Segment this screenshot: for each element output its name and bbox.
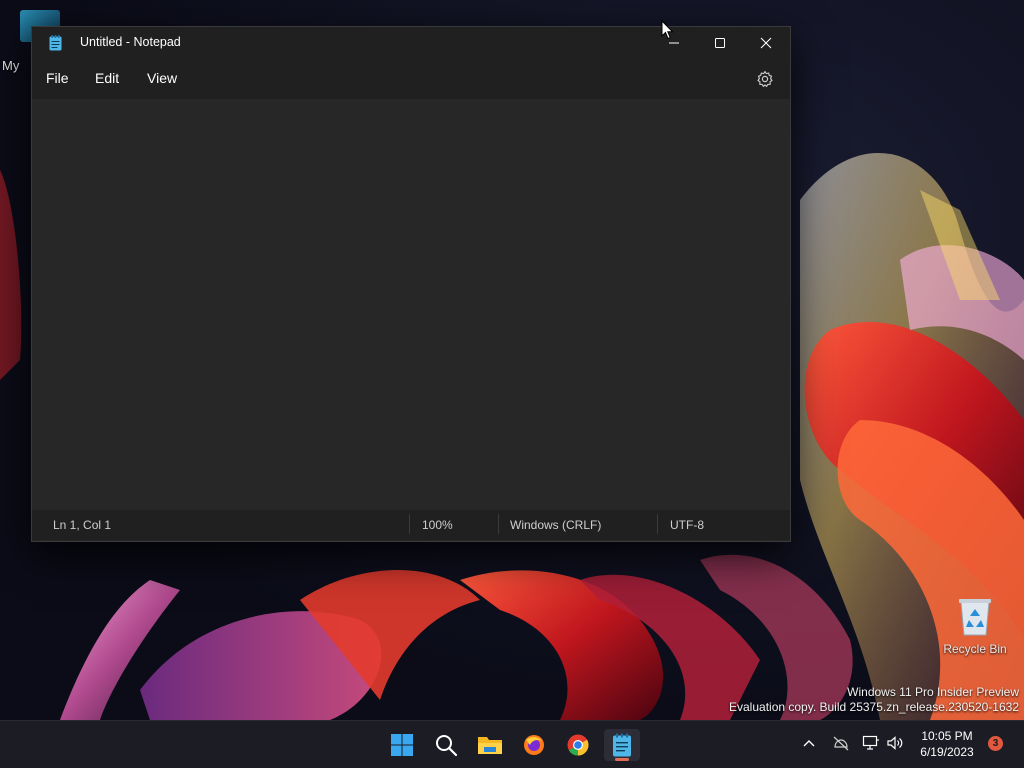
display-status[interactable] — [862, 733, 880, 753]
notification-badge[interactable]: 3 — [988, 736, 1003, 751]
notepad-window: Untitled - Notepad File Edit View Ln 1, … — [31, 26, 791, 542]
maximize-button[interactable] — [697, 27, 743, 59]
chevron-up-icon — [803, 740, 815, 747]
menu-file[interactable]: File — [46, 70, 69, 86]
network-off-icon — [833, 736, 849, 751]
desktop-shortcut-recycle-bin[interactable]: Recycle Bin — [935, 596, 1015, 656]
menu-bar: File Edit View — [32, 59, 790, 99]
recycle-bin-label: Recycle Bin — [943, 642, 1007, 656]
status-divider — [498, 514, 499, 534]
volume-icon — [887, 736, 903, 750]
system-clock[interactable]: 10:05 PM 6/19/2023 — [912, 728, 982, 760]
title-bar[interactable]: Untitled - Notepad — [32, 27, 790, 59]
maximize-icon — [715, 38, 725, 48]
gear-icon — [757, 70, 773, 88]
taskbar-search[interactable] — [430, 729, 462, 761]
line-ending: Windows (CRLF) — [510, 518, 602, 532]
volume-control[interactable] — [886, 733, 904, 753]
mouse-pointer-icon — [661, 19, 675, 40]
notepad-icon — [613, 733, 631, 757]
status-bar: Ln 1, Col 1 100% Windows (CRLF) UTF-8 — [32, 510, 790, 540]
status-divider — [409, 514, 410, 534]
taskbar-notepad[interactable] — [604, 729, 640, 761]
windows-start-icon — [391, 734, 413, 756]
chrome-icon — [567, 734, 589, 756]
encoding: UTF-8 — [670, 518, 704, 532]
close-button[interactable] — [743, 27, 789, 59]
clock-date: 6/19/2023 — [920, 745, 974, 759]
text-editor-area[interactable] — [32, 99, 790, 509]
active-app-indicator — [615, 758, 629, 761]
show-hidden-icons-button[interactable] — [800, 733, 818, 753]
taskbar-chrome[interactable] — [562, 729, 594, 761]
watermark-build: Evaluation copy. Build 25375.zn_release.… — [729, 700, 1019, 714]
display-icon — [862, 735, 879, 750]
clock-time: 10:05 PM — [921, 729, 973, 743]
settings-button[interactable] — [755, 69, 775, 89]
menu-view[interactable]: View — [147, 70, 177, 86]
taskbar-start[interactable] — [386, 729, 418, 761]
search-icon — [436, 735, 458, 757]
cursor-position: Ln 1, Col 1 — [53, 518, 112, 532]
notepad-icon — [49, 35, 62, 51]
recycle-bin-icon — [958, 596, 992, 636]
taskbar-file-explorer[interactable] — [474, 729, 506, 761]
window-title: Untitled - Notepad — [80, 35, 181, 49]
menu-edit[interactable]: Edit — [95, 70, 119, 86]
network-status[interactable] — [832, 733, 850, 753]
folder-icon — [478, 737, 502, 754]
taskbar-firefox[interactable] — [518, 729, 550, 761]
firefox-icon — [524, 735, 544, 755]
close-icon — [760, 37, 772, 49]
zoom-level: 100% — [422, 518, 453, 532]
watermark-edition: Windows 11 Pro Insider Preview — [847, 685, 1019, 699]
evaluation-watermark: Windows 11 Pro Insider Preview Evaluatio… — [729, 685, 1019, 715]
status-divider — [657, 514, 658, 534]
